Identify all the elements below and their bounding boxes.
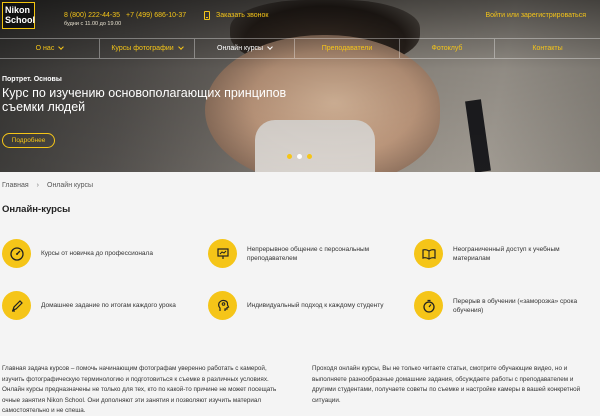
hero-title: Курс по изучению основополагающих принци… <box>2 86 287 114</box>
nikon-school-logo[interactable]: Nikon School <box>2 2 35 29</box>
logo-line1: Nikon <box>5 5 31 15</box>
slider-dots <box>287 154 312 159</box>
pencil-icon <box>2 291 31 320</box>
phone-2[interactable]: +7 (499) 686-10-37 <box>126 12 186 19</box>
phone-icon <box>204 11 210 20</box>
nav-label: Фотоклуб <box>431 45 463 52</box>
breadcrumb-separator-icon: › <box>36 182 39 189</box>
nav-label: Онлайн курсы <box>217 45 263 52</box>
chevron-down-icon <box>177 44 184 50</box>
gauge-icon <box>2 239 31 268</box>
logo-line2: School <box>5 15 36 25</box>
more-button[interactable]: Подробнее <box>2 133 55 148</box>
main-content: Главная › Онлайн курсы Онлайн-курсы Курс… <box>0 172 600 416</box>
feature-text: Индивидуальный подход к каждому студенту <box>247 302 384 309</box>
feature-text: Домашнее задание по итогам каждого урока <box>41 302 176 309</box>
feature-item: Непрерывное общение с персональным препо… <box>208 239 398 268</box>
page-title: Онлайн-курсы <box>2 204 71 215</box>
intro-paragraph-left: Главная задача курсов – помочь начинающи… <box>2 365 277 414</box>
callback-label: Заказать звонок <box>216 12 269 19</box>
callback-link[interactable]: Заказать звонок <box>204 11 268 20</box>
slider-dot-active[interactable] <box>297 154 302 159</box>
hero-subtitle: Портрет. Основы <box>2 76 62 83</box>
chevron-down-icon <box>267 44 273 50</box>
intro-paragraph-right: Проходя онлайн курсы, Вы не только читае… <box>312 365 581 404</box>
presentation-icon <box>208 239 237 268</box>
slider-dot[interactable] <box>287 154 292 159</box>
nav-item-about[interactable]: О нас <box>0 39 100 58</box>
feature-text: Неограниченный доступ к учебным материал… <box>453 245 560 262</box>
phone-numbers: 8 (800) 222-44-35 +7 (499) 686-10-37 <box>64 12 186 19</box>
working-hours: будни с 11.00 до 19.00 <box>64 21 122 27</box>
book-icon <box>414 239 443 268</box>
nav-label: О нас <box>35 45 55 52</box>
feature-item: Домашнее задание по итогам каждого урока <box>2 291 192 320</box>
slider-dot[interactable] <box>307 154 312 159</box>
feature-text: Курсы от новичка до профессионала <box>41 250 153 257</box>
feature-item: Индивидуальный подход к каждому студенту <box>208 291 398 320</box>
nav-item-online-courses[interactable]: Онлайн курсы <box>195 39 295 58</box>
feature-item: Перерыв в обучении («заморозка» срока об… <box>414 291 594 320</box>
breadcrumb: Главная › Онлайн курсы <box>2 182 93 189</box>
timer-icon <box>414 291 443 320</box>
feature-text: Непрерывное общение с персональным препо… <box>247 245 370 262</box>
main-nav: О нас Курсы фотографии Онлайн курсы Преп… <box>0 38 600 59</box>
nav-label: Преподаватели <box>321 45 373 52</box>
nav-item-photo-club[interactable]: Фотоклуб <box>400 39 495 58</box>
login-link[interactable]: Войти или зарегистрироваться <box>485 12 586 19</box>
feature-item: Курсы от новичка до профессионала <box>2 239 192 268</box>
head-icon <box>208 291 237 320</box>
breadcrumb-current: Онлайн курсы <box>47 182 93 189</box>
nav-label: Курсы фотографии <box>111 45 174 52</box>
nav-label: Контакты <box>532 45 563 52</box>
feature-text: Перерыв в обучении («заморозка» срока об… <box>453 297 578 314</box>
nav-item-contacts[interactable]: Контакты <box>495 39 600 58</box>
nav-item-teachers[interactable]: Преподаватели <box>295 39 400 58</box>
top-bar: Nikon School 8 (800) 222-44-35 +7 (499) 6… <box>0 0 600 36</box>
phone-1[interactable]: 8 (800) 222-44-35 <box>64 12 120 19</box>
breadcrumb-home[interactable]: Главная <box>2 182 29 189</box>
nav-item-photo-courses[interactable]: Курсы фотографии <box>100 39 195 58</box>
chevron-down-icon <box>58 44 65 50</box>
feature-item: Неограниченный доступ к учебным материал… <box>414 239 594 268</box>
